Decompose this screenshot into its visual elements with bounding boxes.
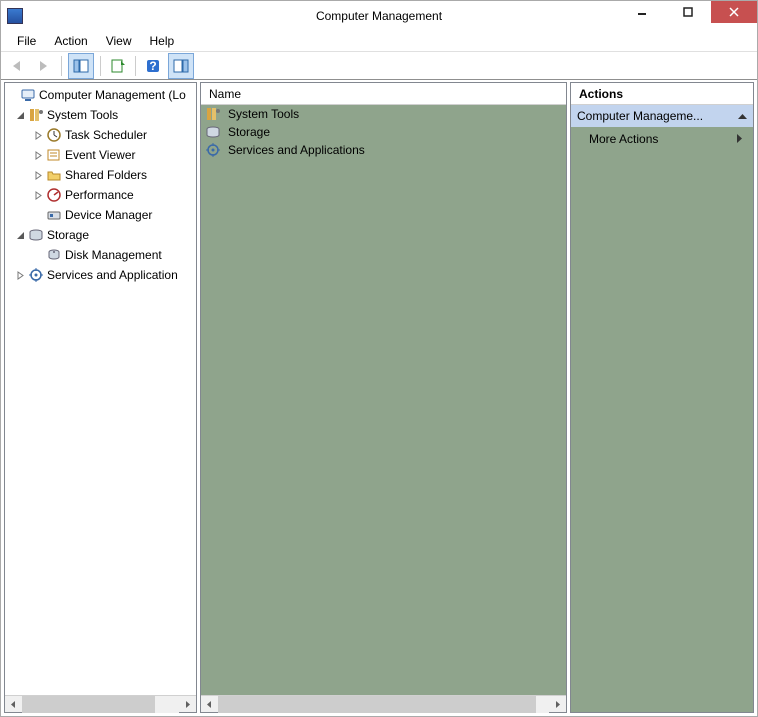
tree-node-event-viewer[interactable]: Event Viewer [5, 145, 196, 165]
list-column-header-name[interactable]: Name [201, 83, 566, 105]
tree-node-label: System Tools [47, 108, 118, 122]
actions-section-title[interactable]: Computer Manageme... [571, 105, 753, 127]
workspace: Computer Management (Lo System Tools Task … [1, 80, 757, 716]
actions-header: Actions [571, 83, 753, 105]
tree-node-storage[interactable]: Storage [5, 225, 196, 245]
expander-closed-icon[interactable] [33, 170, 44, 181]
services-icon [28, 267, 44, 283]
title-bar: Computer Management [1, 1, 757, 31]
tree-node-performance[interactable]: Performance [5, 185, 196, 205]
device-manager-icon [46, 207, 62, 223]
list-scrollbar[interactable] [201, 695, 566, 712]
actions-more-actions[interactable]: More Actions [571, 127, 753, 151]
help-button[interactable]: ? [142, 55, 164, 77]
expander-none [33, 250, 44, 261]
tree-pane: Computer Management (Lo System Tools Task … [4, 82, 197, 713]
toolbar-separator [61, 56, 62, 76]
tree-node-label: Storage [47, 228, 89, 242]
list-pane: Name System Tools Storage Services and App… [200, 82, 567, 713]
expander-closed-icon[interactable] [33, 130, 44, 141]
chevron-up-icon [738, 109, 747, 123]
maximize-button[interactable] [665, 1, 711, 23]
services-icon [205, 142, 221, 158]
tree-node-computer-mgmt[interactable]: Computer Management (Lo [5, 85, 196, 105]
actions-section-label: Computer Manageme... [577, 109, 703, 123]
tree-node-label: Device Manager [65, 208, 152, 222]
expander-closed-icon[interactable] [33, 150, 44, 161]
scroll-right-icon[interactable] [179, 696, 196, 713]
minimize-button[interactable] [619, 1, 665, 23]
actions-pane: Actions Computer Manageme... More Action… [570, 82, 754, 713]
tree-node-label: Performance [65, 188, 134, 202]
storage-icon [28, 227, 44, 243]
system-tools-icon [28, 107, 44, 123]
tree-node-services[interactable]: Services and Application [5, 265, 196, 285]
list-item-label: System Tools [228, 107, 299, 121]
menu-bar: File Action View Help [1, 31, 757, 52]
list-item-label: Services and Applications [228, 143, 365, 157]
event-viewer-icon [46, 147, 62, 163]
storage-icon [205, 124, 221, 140]
expander-closed-icon[interactable] [15, 270, 26, 281]
disk-mgmt-icon [46, 247, 62, 263]
toolbar-separator [100, 56, 101, 76]
scroll-left-icon[interactable] [5, 696, 22, 713]
tree-scrollbar[interactable] [5, 695, 196, 712]
performance-icon [46, 187, 62, 203]
list-item-storage[interactable]: Storage [201, 123, 566, 141]
window-title: Computer Management [316, 9, 442, 23]
actions-body: Computer Manageme... More Actions [571, 105, 753, 712]
tree-node-label: Shared Folders [65, 168, 147, 182]
tree-node-task-scheduler[interactable]: Task Scheduler [5, 125, 196, 145]
show-hide-action-pane-button[interactable] [168, 53, 194, 79]
app-icon [7, 8, 23, 24]
tree-node-disk-mgmt[interactable]: Disk Management [5, 245, 196, 265]
tree-node-label: Event Viewer [65, 148, 135, 162]
expander-open-icon[interactable] [15, 110, 26, 121]
toolbar-separator [135, 56, 136, 76]
action-item-label: More Actions [589, 132, 658, 146]
expander-none [33, 210, 44, 221]
task-scheduler-icon [46, 127, 62, 143]
menu-help[interactable]: Help [142, 32, 183, 50]
scroll-right-icon[interactable] [549, 696, 566, 713]
menu-action[interactable]: Action [46, 32, 95, 50]
system-tools-icon [205, 106, 221, 122]
tree-node-device-manager[interactable]: Device Manager [5, 205, 196, 225]
expander-none [7, 90, 18, 101]
close-button[interactable] [711, 1, 757, 23]
tree-node-system-tools[interactable]: System Tools [5, 105, 196, 125]
svg-text:?: ? [149, 59, 156, 73]
list-view[interactable]: System Tools Storage Services and Applicat… [201, 105, 566, 695]
list-item-label: Storage [228, 125, 270, 139]
menu-file[interactable]: File [9, 32, 44, 50]
forward-button[interactable] [33, 55, 55, 77]
list-item-system-tools[interactable]: System Tools [201, 105, 566, 123]
menu-view[interactable]: View [98, 32, 140, 50]
expander-closed-icon[interactable] [33, 190, 44, 201]
show-hide-tree-button[interactable] [68, 53, 94, 79]
tree-node-shared-folders[interactable]: Shared Folders [5, 165, 196, 185]
tree-node-label: Computer Management (Lo [39, 88, 186, 102]
tree-node-label: Services and Application [47, 268, 178, 282]
shared-folders-icon [46, 167, 62, 183]
tree-node-label: Task Scheduler [65, 128, 147, 142]
expander-open-icon[interactable] [15, 230, 26, 241]
list-item-services[interactable]: Services and Applications [201, 141, 566, 159]
scroll-left-icon[interactable] [201, 696, 218, 713]
computer-mgmt-icon [20, 87, 36, 103]
back-button[interactable] [7, 55, 29, 77]
toolbar: ? [1, 52, 757, 80]
properties-button[interactable] [107, 55, 129, 77]
chevron-right-icon [737, 132, 743, 146]
tree-node-label: Disk Management [65, 248, 162, 262]
window-controls [619, 1, 757, 23]
console-tree[interactable]: Computer Management (Lo System Tools Task … [5, 83, 196, 695]
